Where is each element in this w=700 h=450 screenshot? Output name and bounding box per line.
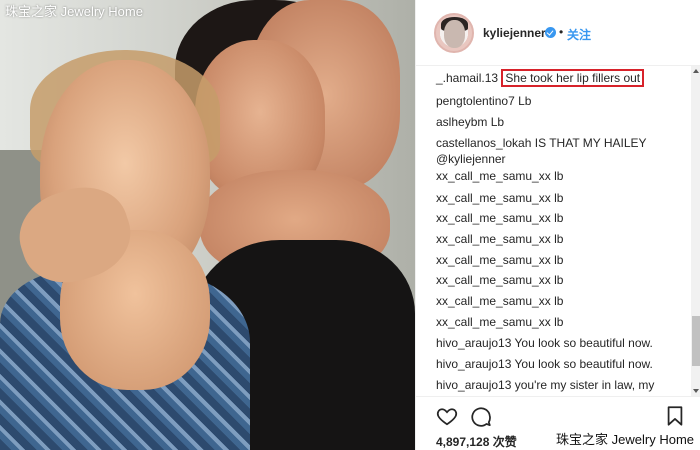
comment-row: hivo_araujo13 You look so beautiful now. [436,335,653,351]
comment-username[interactable]: xx_call_me_samu_xx [436,253,551,267]
verified-badge-icon [545,27,556,38]
comment-text: lb [554,191,564,205]
comment-row: hivo_araujo13 You look so beautiful now. [436,356,653,372]
scroll-up-arrow-icon[interactable] [693,69,699,73]
comment-text: lb [554,315,564,329]
comment-text: lb [554,273,564,287]
comment-row: castellanos_lokah IS THAT MY HAILEY [436,135,647,151]
comment-icon[interactable] [470,405,492,427]
heart-icon[interactable] [436,405,458,427]
comment-username[interactable]: xx_call_me_samu_xx [436,294,551,308]
comment-row: _.hamail.13 She took her lip fillers out [436,69,645,87]
comment-username[interactable]: xx_call_me_samu_xx [436,232,551,246]
comment-row: xx_call_me_samu_xx lb [436,272,563,288]
avatar-face [444,20,465,48]
comment-row: xx_call_me_samu_xx lb [436,190,563,206]
comment-username[interactable]: xx_call_me_samu_xx [436,169,551,183]
comment-text: You look so beautiful now. [514,357,653,371]
comment-text: lb [554,294,564,308]
comment-username[interactable]: xx_call_me_samu_xx [436,315,551,329]
comment-text: lb [554,169,564,183]
watermark-top-left: 珠宝之家 Jewelry Home [5,4,143,19]
likes-number: 4,897,128 [436,435,490,449]
likes-count[interactable]: 4,897,128 次赞 [436,433,517,450]
comment-username[interactable]: aslheybm [436,115,487,129]
comment-list[interactable]: _.hamail.13 She took her lip fillers out… [416,66,700,396]
comment-text: IS THAT MY HAILEY [534,136,647,150]
comment-row: xx_call_me_samu_xx lb [436,252,563,268]
bookmark-icon[interactable] [664,405,686,427]
comment-username[interactable]: pengtolentino7 [436,94,515,108]
comment-row: xx_call_me_samu_xx lb [436,231,563,247]
likes-suffix: 次赞 [492,435,517,449]
comment-mention[interactable]: @kyliejenner [436,151,506,167]
post-header: kyliejenner • 关注 [416,0,700,66]
comment-row: pengtolentino7 Lb [436,93,531,109]
avatar[interactable] [434,13,474,53]
username-link[interactable]: kyliejenner [483,26,546,40]
follow-button[interactable]: 关注 [567,26,591,43]
comment-text-highlighted: She took her lip fillers out [501,69,645,87]
comment-username[interactable]: xx_call_me_samu_xx [436,273,551,287]
comment-username[interactable]: hivo_araujo13 [436,336,511,350]
comment-row: xx_call_me_samu_xx lb [436,168,563,184]
comment-username[interactable]: xx_call_me_samu_xx [436,211,551,225]
comment-row: xx_call_me_samu_xx lb [436,314,563,330]
comment-row: xx_call_me_samu_xx lb [436,293,563,309]
comment-text: lb [554,211,564,225]
post-photo[interactable]: 珠宝之家 Jewelry Home [0,0,415,450]
scroll-down-arrow-icon[interactable] [693,389,699,393]
comment-text: Lb [518,94,532,108]
comment-text: lb [554,232,564,246]
comment-username[interactable]: hivo_araujo13 [436,378,511,392]
comment-text: you're my sister in law, my [514,378,655,392]
watermark-bottom-right: 珠宝之家 Jewelry Home [556,432,694,447]
comment-username[interactable]: castellanos_lokah [436,136,531,150]
scrollbar-thumb[interactable] [692,316,700,366]
post-sidebar: kyliejenner • 关注 _.hamail.13 She took he… [415,0,700,450]
comment-scrollbar[interactable] [691,66,700,396]
comment-username[interactable]: hivo_araujo13 [436,357,511,371]
comment-row: aslheybm Lb [436,114,504,130]
comment-row: xx_call_me_samu_xx lb [436,210,563,226]
comment-text: Lb [490,115,505,129]
comment-username[interactable]: xx_call_me_samu_xx [436,191,551,205]
header-separator: • [559,25,564,39]
comment-username[interactable]: _.hamail.13 [436,71,498,85]
comment-text: lb [554,253,564,267]
comment-text: You look so beautiful now. [514,336,653,350]
comment-row: hivo_araujo13 you're my sister in law, m… [436,377,654,393]
